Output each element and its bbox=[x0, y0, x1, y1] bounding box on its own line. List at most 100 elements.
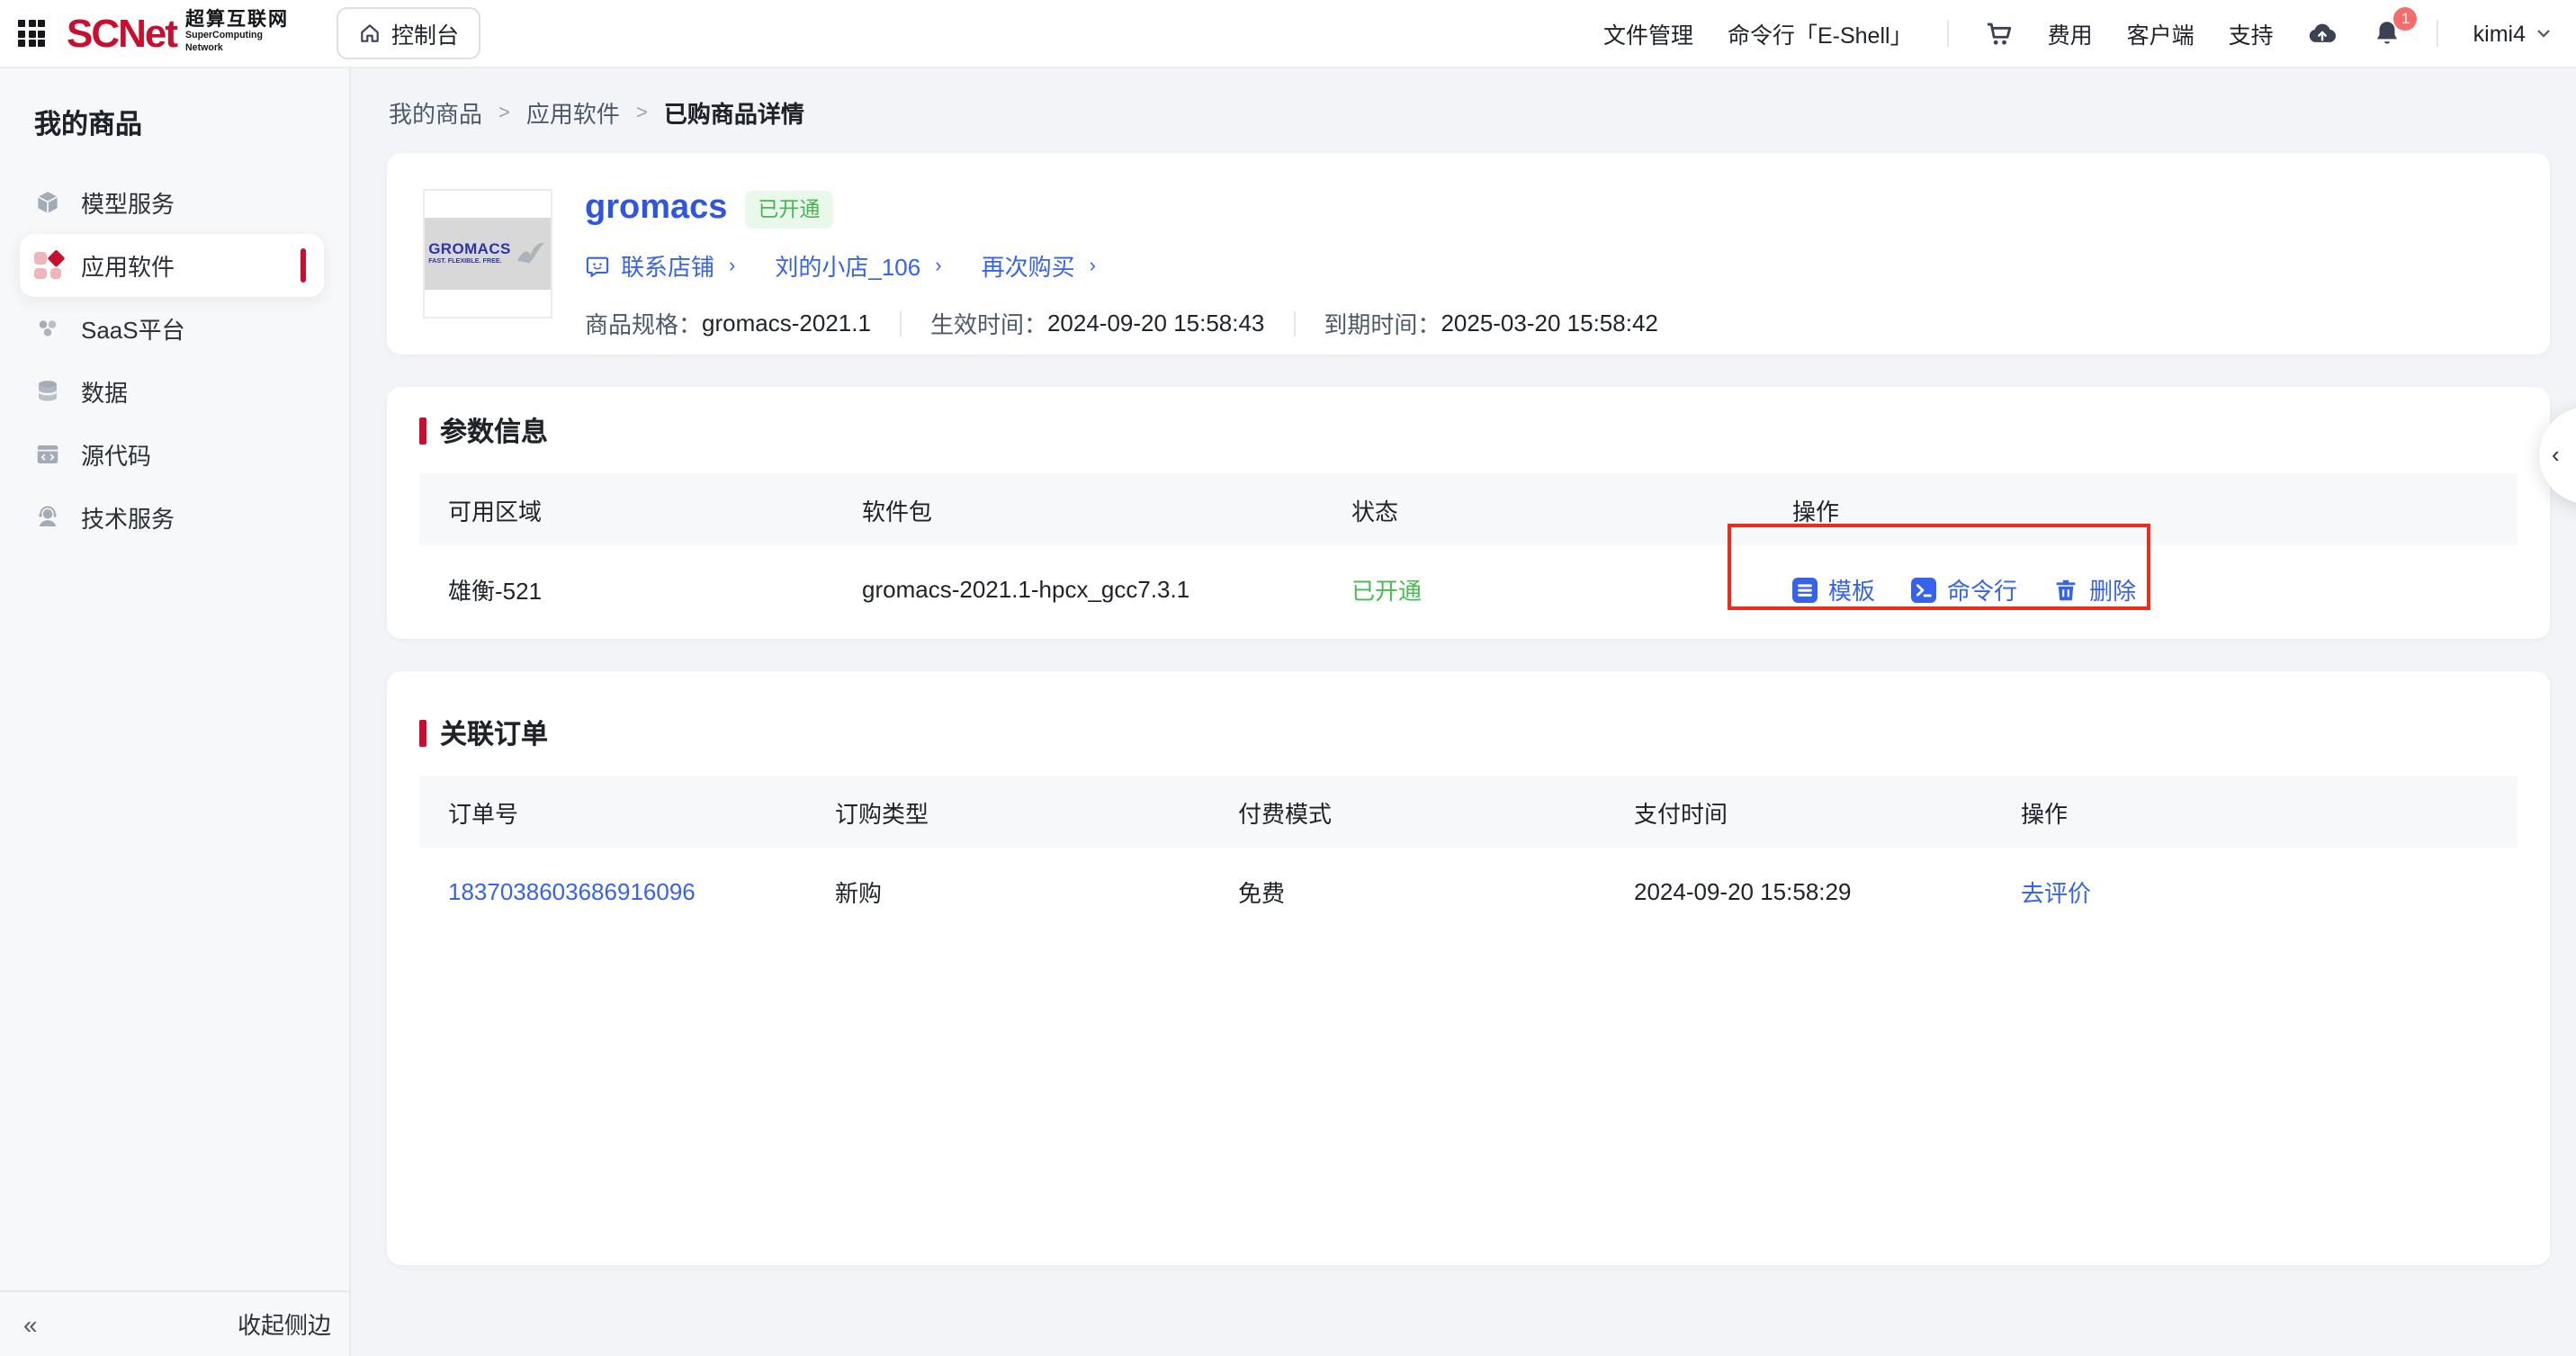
nav-file-manager[interactable]: 文件管理 bbox=[1603, 16, 1693, 50]
col-order-actions: 操作 bbox=[1992, 795, 2518, 829]
col-region: 可用区域 bbox=[419, 492, 833, 526]
breadcrumb-my-products[interactable]: 我的商品 bbox=[389, 95, 482, 130]
col-actions: 操作 bbox=[1764, 492, 2518, 526]
col-status: 状态 bbox=[1323, 492, 1764, 526]
app-root: SCNet 超算互联网 SuperComputing Network 控制台 文… bbox=[0, 0, 2576, 1356]
pay-mode-value: 免费 bbox=[1209, 875, 1605, 909]
product-name: gromacs bbox=[585, 189, 727, 229]
chevron-left-icon: ‹ bbox=[2552, 441, 2560, 468]
breadcrumb-separator: > bbox=[498, 102, 510, 123]
logo-english-line1: SuperComputing bbox=[185, 33, 289, 43]
logo-chinese-name: 超算互联网 bbox=[185, 12, 289, 31]
sidebar-item-source-code[interactable]: 源代码 bbox=[0, 423, 349, 486]
sidebar-item-tech-services[interactable]: 技术服务 bbox=[0, 486, 349, 549]
template-action-button[interactable]: 模板 bbox=[1792, 572, 1875, 606]
header-divider-1 bbox=[1947, 20, 1949, 47]
sidebar-item-label: 技术服务 bbox=[81, 500, 175, 534]
col-package: 软件包 bbox=[833, 492, 1323, 526]
region-value: 雄衡-521 bbox=[419, 572, 833, 606]
nav-fee[interactable]: 费用 bbox=[2048, 16, 2093, 50]
product-thumbnail: GROMACS FAST. FLEXIBLE. FREE. bbox=[423, 189, 552, 319]
sidebar: 我的商品 模型服务 应用软件 bbox=[0, 68, 351, 1356]
template-icon bbox=[1792, 577, 1818, 602]
chevron-right-icon: › bbox=[729, 255, 735, 276]
package-value: gromacs-2021.1-hpcx_gcc7.3.1 bbox=[833, 576, 1323, 603]
database-icon bbox=[34, 378, 61, 405]
notification-badge: 1 bbox=[2394, 7, 2418, 31]
orders-table: 订单号 订购类型 付费模式 支付时间 操作 183703860368691609… bbox=[419, 776, 2518, 936]
header-right-nav: 文件管理 命令行「E-Shell」 费用 客户端 支持 1 bbox=[1603, 16, 2551, 50]
contact-shop-link[interactable]: 联系店铺 › bbox=[585, 248, 735, 283]
spec-value: gromacs-2021.1 bbox=[702, 310, 871, 337]
user-menu[interactable]: kimi4 bbox=[2473, 21, 2551, 46]
spec-label: 商品规格： bbox=[585, 306, 702, 340]
buy-again-link[interactable]: 再次购买 › bbox=[982, 248, 1096, 283]
shop-name-link[interactable]: 刘的小店_106 › bbox=[775, 248, 941, 283]
apps-grid-icon[interactable] bbox=[18, 20, 45, 47]
header-divider-2 bbox=[2437, 20, 2439, 47]
col-pay-mode: 付费模式 bbox=[1209, 795, 1605, 829]
orders-table-header: 订单号 订购类型 付费模式 支付时间 操作 bbox=[419, 776, 2518, 848]
sidebar-item-app-software[interactable]: 应用软件 bbox=[20, 234, 324, 297]
chevron-right-icon: › bbox=[935, 255, 941, 276]
home-icon bbox=[357, 22, 381, 45]
app-grid-icon bbox=[34, 252, 61, 279]
sidebar-item-model-services[interactable]: 模型服务 bbox=[0, 171, 349, 234]
bird-illustration bbox=[515, 239, 547, 268]
sidebar-title: 我的商品 bbox=[0, 68, 349, 142]
go-review-link[interactable]: 去评价 bbox=[1992, 875, 2518, 909]
scnet-logo-text: SCNet bbox=[67, 10, 176, 57]
start-time-label: 生效时间： bbox=[930, 306, 1047, 340]
trash-icon bbox=[2053, 577, 2078, 602]
sidebar-item-label: SaaS平台 bbox=[81, 311, 185, 346]
section-accent-bar bbox=[419, 418, 426, 445]
sidebar-item-saas[interactable]: SaaS平台 bbox=[0, 297, 349, 360]
sidebar-footer: « 收起侧边 bbox=[0, 1289, 349, 1356]
start-time-value: 2024-09-20 15:58:43 bbox=[1047, 310, 1264, 337]
product-status-badge: 已开通 bbox=[745, 190, 832, 228]
terminal-icon bbox=[1911, 577, 1936, 602]
orders-table-row: 1837038603686916096 新购 免费 2024-09-20 15:… bbox=[419, 848, 2518, 936]
pay-time-value: 2024-09-20 15:58:29 bbox=[1605, 878, 1992, 905]
parameter-info-card: 参数信息 可用区域 软件包 状态 操作 雄衡-521 gromacs-2021.… bbox=[387, 387, 2550, 639]
order-number-link[interactable]: 1837038603686916096 bbox=[419, 878, 806, 905]
username: kimi4 bbox=[2473, 21, 2526, 46]
breadcrumb-app-software[interactable]: 应用软件 bbox=[526, 95, 620, 130]
scnet-logo[interactable]: SCNet 超算互联网 SuperComputing Network bbox=[67, 10, 289, 57]
collapse-sidebar-label[interactable]: 收起侧边 bbox=[238, 1307, 331, 1341]
notifications-button[interactable]: 1 bbox=[2373, 18, 2403, 49]
chevron-down-icon bbox=[2535, 25, 2551, 41]
thumbnail-tagline: FAST. FLEXIBLE. FREE. bbox=[428, 259, 511, 265]
nav-client[interactable]: 客户端 bbox=[2127, 16, 2195, 50]
parameter-table-header: 可用区域 软件包 状态 操作 bbox=[419, 473, 2518, 545]
section-accent-bar bbox=[419, 720, 426, 747]
delete-action-button[interactable]: 删除 bbox=[2053, 572, 2136, 606]
main-content: 我的商品 > 应用软件 > 已购商品详情 GROMACS FAST. FLEXI… bbox=[351, 68, 2576, 1356]
parameter-table-row: 雄衡-521 gromacs-2021.1-hpcx_gcc7.3.1 已开通 bbox=[419, 545, 2518, 633]
top-header: SCNet 超算互联网 SuperComputing Network 控制台 文… bbox=[0, 0, 2576, 68]
nav-eshell[interactable]: 命令行「E-Shell」 bbox=[1728, 16, 1913, 50]
col-order-type: 订购类型 bbox=[806, 795, 1209, 829]
sidebar-menu: 模型服务 应用软件 SaaS平台 bbox=[0, 171, 349, 549]
sidebar-item-data[interactable]: 数据 bbox=[0, 360, 349, 423]
logo-english-line2: Network bbox=[185, 46, 289, 56]
col-pay-time: 支付时间 bbox=[1605, 795, 1992, 829]
cube-icon bbox=[34, 189, 61, 216]
order-type-value: 新购 bbox=[806, 875, 1209, 909]
parameter-table: 可用区域 软件包 状态 操作 雄衡-521 gromacs-2021.1-hpc… bbox=[419, 473, 2518, 633]
sidebar-item-label: 数据 bbox=[81, 374, 128, 409]
cloud-upload-icon[interactable] bbox=[2308, 18, 2338, 49]
cluster-icon bbox=[34, 315, 61, 342]
col-order-no: 订单号 bbox=[419, 795, 806, 829]
collapse-sidebar-icon[interactable]: « bbox=[23, 1309, 38, 1338]
nav-support[interactable]: 支持 bbox=[2229, 16, 2274, 50]
breadcrumb-current-page: 已购商品详情 bbox=[664, 95, 804, 130]
status-value: 已开通 bbox=[1323, 572, 1764, 606]
sidebar-item-label: 应用软件 bbox=[81, 248, 175, 283]
command-line-action-button[interactable]: 命令行 bbox=[1911, 572, 2017, 606]
breadcrumb: 我的商品 > 应用软件 > 已购商品详情 bbox=[351, 68, 2576, 130]
console-button[interactable]: 控制台 bbox=[336, 7, 480, 59]
console-button-label: 控制台 bbox=[391, 16, 459, 50]
end-time-value: 2025-03-20 15:58:42 bbox=[1441, 310, 1657, 337]
cart-icon[interactable] bbox=[1983, 18, 2014, 49]
